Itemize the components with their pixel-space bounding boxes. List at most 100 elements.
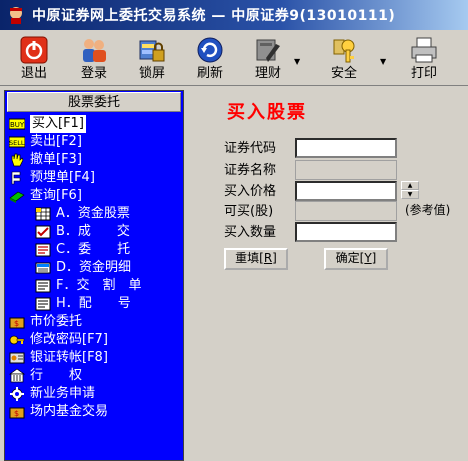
sidebar-item-market-order[interactable]: $ 市价委托 [9,313,82,331]
sidebar-item-preset-order[interactable]: 预埋单[F4] [9,169,95,187]
tools-icon [254,36,282,64]
print-button[interactable]: 打印 [402,34,446,84]
sidebar-item-label: 预埋单[F4] [30,170,95,185]
sell-icon: SELL [8,134,26,150]
reset-button-label: 重填[ [235,251,264,265]
svg-text:SELL: SELL [9,139,25,147]
spin-up-icon[interactable]: ▲ [401,181,419,190]
sidebar-item-label: F．交 割 单 [56,278,142,293]
doc-icon [35,278,51,294]
buy-stock-form: 买入股票 证券代码 证券名称 买入价格 ▲ ▼ 可买(股) (参考值) 买入数量… [187,90,468,461]
confirm-button[interactable]: 确定[Y] [324,248,388,270]
sidebar-header: 股票委托 [7,92,181,112]
confirm-button-label: 确定[ [335,251,365,265]
exit-button[interactable]: 退出 [12,34,56,84]
name-label: 证券名称 [224,163,277,178]
sidebar-item-orders[interactable]: C．委 托 [35,241,130,259]
stock-order-sidebar: 股票委托 BUY 买入[F1] SELL 卖出[F2] 撤单[F3] 预埋单[F… [4,90,184,461]
svg-text:$: $ [14,319,19,328]
sidebar-item-change-password[interactable]: 修改密码[F7] [9,331,108,349]
fund-icon: $ [9,404,25,420]
login-button[interactable]: 登录 [72,34,116,84]
security-code-input[interactable] [295,138,397,158]
reset-button-close: ] [272,251,277,265]
sidebar-item-label: 行 权 [30,368,83,383]
sidebar-item-label: 撤单[F3] [30,152,82,167]
key-icon [9,332,25,348]
security-name-field [295,160,397,180]
building-icon [8,368,26,384]
sidebar-item-label: A．资金股票 [56,206,130,221]
sidebar-item-fund-trading[interactable]: $ 场内基金交易 [9,403,108,421]
sidebar-item-funds-stocks[interactable]: A．资金股票 [35,205,130,223]
sidebar-item-fund-details[interactable]: D．资金明细 [35,259,131,277]
code-label: 证券代码 [224,141,277,156]
sidebar-item-exercise[interactable]: 行 权 [8,367,83,385]
sidebar-item-buy[interactable]: BUY 买入[F1] [8,115,86,133]
buy-icon: BUY [8,116,26,132]
available-label: 可买(股) [224,204,274,219]
sidebar-item-cancel-order[interactable]: 撤单[F3] [9,151,82,169]
sidebar-item-label: 银证转帐[F8] [30,350,108,365]
sidebar-item-label: 市价委托 [30,314,83,329]
finance-dropdown-icon[interactable]: ▼ [294,57,300,66]
security-button[interactable]: 安全 [322,34,366,84]
sidebar-item-trades[interactable]: B．成 交 [35,223,130,241]
reference-hint: (参考值) [405,203,451,217]
hand-icon [9,152,25,168]
svg-text:BUY: BUY [10,121,25,129]
doc-icon [35,296,51,312]
sidebar-item-query[interactable]: 查询[F6] [9,187,82,205]
security-dropdown-icon[interactable]: ▼ [380,57,386,66]
exit-label: 退出 [20,66,47,81]
sidebar-item-label: 卖出[F2] [30,134,82,149]
login-label: 登录 [80,66,107,81]
confirm-button-key: Y [364,251,372,265]
sidebar-item-label: H．配 号 [56,296,131,311]
lock-screen-button[interactable]: 锁屏 [130,34,174,84]
spin-down-icon[interactable]: ▼ [401,190,419,199]
users-icon [80,36,108,64]
book-icon [9,188,25,204]
buy-price-input[interactable] [295,181,397,201]
price-label: 买入价格 [224,184,277,199]
sidebar-item-label: 场内基金交易 [30,404,109,419]
money-icon [35,260,51,276]
power-icon [20,36,48,64]
price-stepper[interactable]: ▲ ▼ [401,181,421,201]
refresh-icon [196,36,224,64]
window-title-bar: 中原证券网上委托交易系统 — 中原证券9(13010111) [0,0,468,30]
reset-button[interactable]: 重填[R] [224,248,288,270]
sidebar-item-label: C．委 托 [56,242,131,257]
lock-screen-label: 锁屏 [138,66,165,81]
confirm-button-close: ] [371,251,377,265]
doc-icon [35,242,51,258]
finance-label: 理财 [254,66,281,81]
finance-button[interactable]: 理财 [246,34,290,84]
bag-icon: $ [9,314,25,330]
sidebar-item-label: 新业务申请 [30,386,96,401]
buy-quantity-input[interactable] [295,222,397,242]
check-icon [35,224,51,240]
sidebar-item-label: 修改密码[F7] [30,332,108,347]
sidebar-item-label: 查询[F6] [30,188,82,203]
sidebar-item-new-business[interactable]: 新业务申请 [9,385,95,403]
svg-text:$: $ [14,409,19,418]
available-shares-field [295,201,397,221]
printer-icon [410,36,438,64]
gear-icon [9,386,25,402]
sidebar-item-label: 买入[F1] [30,115,86,133]
sidebar-item-allotment[interactable]: H．配 号 [35,295,131,313]
print-label: 打印 [410,66,437,81]
reset-button-key: R [263,251,273,265]
sidebar-item-bank-transfer[interactable]: 银证转帐[F8] [9,349,108,367]
refresh-button[interactable]: 刷新 [188,34,232,84]
security-label: 安全 [330,66,357,81]
window-title: 中原证券网上委托交易系统 — 中原证券9(13010111) [32,8,396,24]
preset-order-icon [9,170,25,186]
app-icon[interactable] [6,5,26,25]
sidebar-item-label: D．资金明细 [56,260,132,275]
sidebar-item-sell[interactable]: SELL 卖出[F2] [8,133,82,151]
card-icon [9,350,25,366]
sidebar-item-settlement[interactable]: F．交 割 单 [35,277,141,295]
